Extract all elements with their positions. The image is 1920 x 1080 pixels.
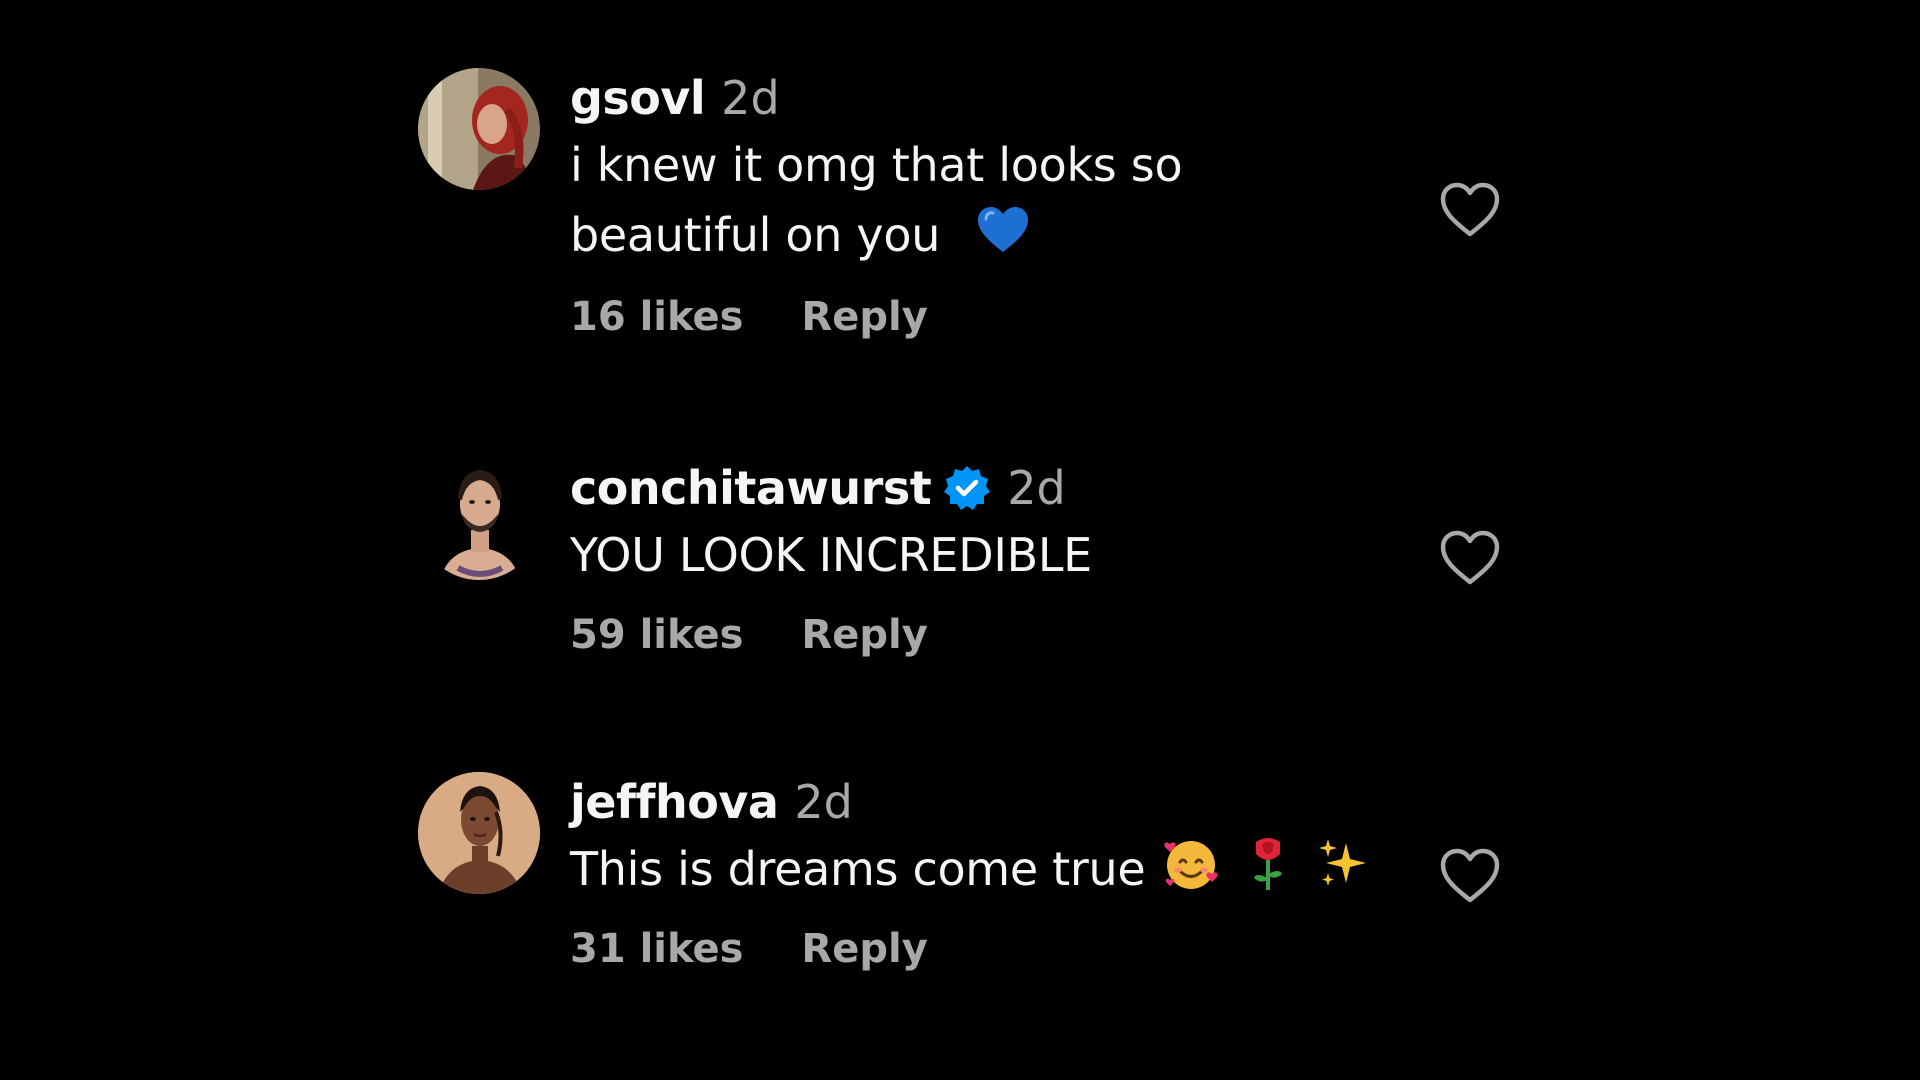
timestamp[interactable]: 2d (1007, 461, 1065, 515)
timestamp[interactable]: 2d (794, 775, 852, 829)
sparkles-icon (1316, 835, 1372, 910)
avatar[interactable] (418, 68, 540, 190)
avatar[interactable] (418, 458, 540, 580)
comment-text: i knew it omg that looks so beautiful on… (570, 130, 1390, 274)
timestamp[interactable]: 2d (721, 71, 779, 125)
likes-count[interactable]: 16 likes (570, 294, 743, 340)
reply-button[interactable]: Reply (801, 926, 927, 972)
username[interactable]: conchitawurst (570, 461, 932, 515)
comment-text-line: i knew it omg that looks so (570, 138, 1183, 192)
username[interactable]: jeffhova (570, 775, 779, 829)
comment-header: conchitawurst 2d (570, 458, 1390, 518)
reply-button[interactable]: Reply (801, 294, 927, 340)
verified-badge-icon (943, 464, 991, 512)
comment-text-line: beautiful on you (570, 208, 941, 262)
rose-icon (1248, 834, 1288, 911)
like-heart-icon[interactable] (1438, 180, 1502, 240)
like-heart-icon[interactable] (1438, 846, 1502, 906)
comment-actions: 16 likes Reply (570, 294, 928, 340)
comment-body: gsovl 2d i knew it omg that looks so bea… (570, 68, 1390, 340)
smiling-face-with-hearts-icon (1162, 834, 1220, 911)
comment-body: conchitawurst 2d YOU LOOK INCREDIBLE 59 … (570, 458, 1390, 658)
comment-text: YOU LOOK INCREDIBLE (570, 520, 1390, 590)
comment-text: This is dreams come true (570, 834, 1390, 911)
likes-count[interactable]: 59 likes (570, 612, 743, 658)
comment-header: jeffhova 2d (570, 772, 1390, 832)
likes-count[interactable]: 31 likes (570, 926, 743, 972)
username[interactable]: gsovl (570, 71, 706, 125)
avatar[interactable] (418, 772, 540, 894)
comment-actions: 59 likes Reply (570, 612, 928, 658)
comment-text-line: This is dreams come true (570, 842, 1146, 896)
comment-body: jeffhova 2d This is dreams come true 31 … (570, 772, 1390, 972)
reply-button[interactable]: Reply (801, 612, 927, 658)
comment-text-line: YOU LOOK INCREDIBLE (570, 528, 1092, 582)
like-heart-icon[interactable] (1438, 528, 1502, 588)
comment-actions: 31 likes Reply (570, 926, 928, 972)
comment-header: gsovl 2d (570, 68, 1390, 128)
blue-heart-icon (976, 204, 1030, 274)
